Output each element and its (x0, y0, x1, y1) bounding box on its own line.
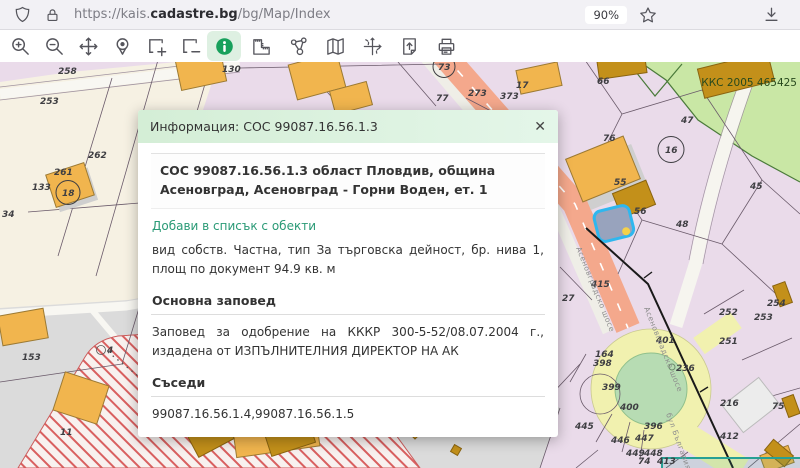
popup-header: Информация: СОС 99087.16.56.1.3 ✕ (138, 110, 558, 143)
parcel-number: 412 (719, 432, 739, 442)
coordinates-tool-button[interactable] (355, 31, 389, 61)
parcel-number: 400 (619, 403, 639, 413)
select-area-subtract-tool-button[interactable] (173, 31, 207, 61)
measure-tool-button[interactable] (244, 31, 278, 61)
map-toolbar (0, 30, 800, 62)
parcel-number: 66 (597, 77, 610, 87)
close-icon[interactable]: ✕ (534, 120, 546, 134)
url-host: cadastre.bg (150, 7, 237, 22)
parcel-number: 76 (603, 134, 616, 144)
print-tool-button[interactable] (429, 31, 463, 61)
url-scheme: https://kais. (74, 7, 150, 22)
parcel-number: 17 (516, 81, 529, 91)
page-zoom-badge[interactable]: 90% (585, 6, 627, 24)
lock-icon[interactable] (45, 7, 60, 23)
selected-building-highlight[interactable] (593, 204, 635, 243)
parcel-number: 273 (468, 89, 487, 99)
print-icon (436, 36, 457, 57)
download-icon[interactable] (763, 6, 780, 23)
pan-tool-button[interactable] (71, 31, 105, 61)
parcel-number: 258 (58, 67, 77, 77)
parcel-number: 399 (602, 383, 621, 393)
zoom-in-tool-button[interactable] (3, 31, 37, 61)
crs-coordinates-label: ККС 2005 465425 (701, 77, 797, 89)
parcel-number: 4 (106, 346, 113, 356)
parcel-number: 75 (772, 402, 785, 412)
parcel-number: 133 (32, 183, 51, 193)
parcel-number: 445 (574, 422, 594, 432)
shield-icon[interactable] (14, 6, 31, 23)
parcel-number: 74 (638, 457, 651, 467)
location-pin-icon (112, 36, 133, 57)
parcel-number: 216 (720, 399, 739, 409)
parcel-number: 262 (88, 151, 107, 161)
parcel-number: 45 (749, 182, 763, 192)
object-details-text: вид собств. Частна, тип За търговска дей… (152, 241, 544, 279)
info-tool-button[interactable] (207, 31, 241, 61)
parcel-number: 153 (22, 353, 41, 363)
parcel-number: 11 (60, 428, 73, 438)
info-icon (214, 36, 235, 57)
address-bar[interactable]: https://kais.cadastre.bg/bg/Map/Index (74, 7, 331, 22)
url-path: /bg/Map/Index (238, 7, 331, 22)
popup-body: СОС 99087.16.56.1.3 област Пловдив, общи… (138, 143, 558, 437)
order-section-title: Основна заповед (151, 289, 545, 315)
parcel-number: 446 (610, 436, 630, 446)
parcel-number: 261 (54, 168, 73, 178)
select-area-add-tool-button[interactable] (139, 31, 173, 61)
bookmark-star-icon[interactable] (639, 6, 657, 24)
parcel-number: 253 (40, 97, 59, 107)
map-sheets-tool-button[interactable] (318, 31, 352, 61)
export-page-icon (399, 36, 420, 57)
neighbors-section-title: Съседи (151, 371, 545, 397)
measure-ruler-icon (251, 36, 272, 57)
parcel-number: 16 (665, 146, 678, 156)
parcel-number: 130 (222, 65, 241, 75)
order-text: Заповед за одобрение на КККР 300-5-52/08… (152, 323, 544, 361)
parcel-number: 73 (438, 63, 451, 73)
select-area-add-icon (146, 36, 167, 57)
parcel-number: 47 (680, 116, 694, 126)
parcel-number: 34 (2, 210, 15, 220)
info-popup: Информация: СОС 99087.16.56.1.3 ✕ СОС 99… (138, 110, 558, 437)
zoom-in-icon (10, 36, 31, 57)
parcel-number: 252 (719, 308, 738, 318)
parcel-number: 55 (614, 178, 627, 188)
browser-toolbar: https://kais.cadastre.bg/bg/Map/Index 90… (0, 0, 800, 30)
coordinate-axes-icon (362, 36, 383, 57)
zoom-out-tool-button[interactable] (37, 31, 71, 61)
parcel-number: 396 (644, 422, 663, 432)
parcel-number: 18 (62, 189, 75, 199)
neighbors-text: 99087.16.56.1.4,99087.16.56.1.5 (152, 405, 544, 424)
parcel-number: 251 (719, 337, 738, 347)
share-graph-icon (288, 36, 309, 57)
folded-map-icon (325, 36, 346, 57)
select-area-subtract-icon (180, 36, 201, 57)
share-tool-button[interactable] (281, 31, 315, 61)
parcel-number: 77 (436, 94, 449, 104)
parcel-number: 447 (634, 434, 655, 444)
parcel-number: 398 (593, 359, 612, 369)
parcel-number: 48 (675, 220, 689, 230)
pan-icon (78, 36, 99, 57)
export-tool-button[interactable] (392, 31, 426, 61)
parcel-number: 27 (562, 294, 575, 304)
popup-title: Информация: СОС 99087.16.56.1.3 (150, 119, 378, 134)
object-heading: СОС 99087.16.56.1.3 област Пловдив, общи… (151, 153, 545, 209)
locate-tool-button[interactable] (105, 31, 139, 61)
zoom-out-icon (44, 36, 65, 57)
parcel-number: 373 (500, 92, 519, 102)
parcel-number: 413 (656, 457, 676, 467)
parcel-number: 236 (676, 364, 695, 374)
parcel-number: 56 (634, 207, 647, 217)
parcel-number: 253 (754, 313, 773, 323)
add-to-object-list-link[interactable]: Добави в списък с обекти (152, 219, 544, 233)
parcel-number: 254 (767, 299, 786, 309)
